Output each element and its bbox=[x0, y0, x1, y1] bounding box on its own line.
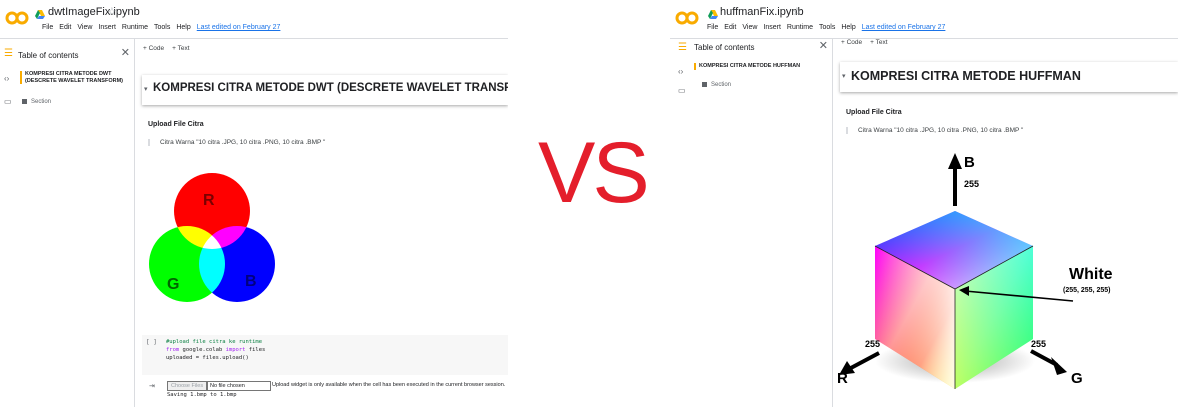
star-icon[interactable]: ☆ bbox=[792, 5, 802, 18]
menu-help[interactable]: Help bbox=[841, 24, 855, 31]
section-icon bbox=[22, 99, 27, 104]
menu-tools[interactable]: Tools bbox=[819, 24, 835, 31]
menu-insert[interactable]: Insert bbox=[98, 24, 116, 31]
r-axis-line bbox=[848, 351, 880, 371]
last-edited-link[interactable]: Last edited on February 27 bbox=[197, 24, 281, 31]
g-axis-value: 255 bbox=[1031, 339, 1046, 349]
menu-runtime[interactable]: Runtime bbox=[122, 24, 148, 31]
rgb-color-cube: B 255 R 255 G 255 White (255, 255, 255) bbox=[837, 153, 1113, 389]
upload-title: Upload File Citra bbox=[846, 109, 902, 116]
b-axis-value: 255 bbox=[964, 179, 979, 189]
heading-cell[interactable]: ▾ KOMPRESI CITRA METODE HUFFMAN bbox=[840, 62, 1178, 92]
section-heading: KOMPRESI CITRA METODE HUFFMAN bbox=[851, 69, 1081, 83]
r-axis-value: 255 bbox=[865, 339, 880, 349]
notebook-main: + Code + Text ▾ KOMPRESI CITRA METODE HUF… bbox=[835, 39, 1178, 407]
left-topbar: dwtImageFix.ipynb ☆ File Edit View Insert Ru… bbox=[0, 0, 508, 39]
code-files: files bbox=[245, 347, 266, 353]
toc-icon[interactable]: ☰ bbox=[678, 42, 687, 53]
r-axis-label: R bbox=[837, 370, 848, 387]
add-text-button[interactable]: + Text bbox=[172, 45, 189, 52]
toc-section-label: Section bbox=[31, 99, 52, 106]
vs-label: VS bbox=[538, 125, 650, 221]
menu-view[interactable]: View bbox=[742, 24, 757, 31]
rgb-venn-diagram: R G B bbox=[149, 173, 275, 302]
code-line-3: uploaded = files.upload() bbox=[166, 355, 249, 361]
saving-output: Saving 1.bmp to 1.bmp bbox=[167, 392, 237, 398]
code-cell[interactable]: [ ] #upload file citra ke runtime from g… bbox=[142, 335, 508, 375]
menu-file[interactable]: File bbox=[707, 24, 718, 31]
close-icon[interactable]: ✕ bbox=[121, 46, 130, 59]
file-chosen-field: No file chosen bbox=[207, 381, 271, 391]
code-module: google.colab bbox=[179, 347, 226, 353]
toc-icon[interactable]: ☰ bbox=[4, 48, 13, 59]
toc-entry-heading[interactable]: KOMPRESI CITRA METODE DWT (DESCRETE WAVE… bbox=[20, 71, 125, 84]
menu-help[interactable]: Help bbox=[176, 24, 190, 31]
add-cell-bar: + Code + Text bbox=[143, 45, 198, 52]
menu-insert[interactable]: Insert bbox=[763, 24, 781, 31]
notebook-main: + Code + Text ▾ KOMPRESI CITRA METODE DWT… bbox=[137, 39, 508, 407]
g-axis-label: G bbox=[1071, 370, 1083, 387]
add-code-button[interactable]: + Code bbox=[143, 45, 164, 52]
toc-section-label: Section bbox=[711, 82, 732, 89]
code-snippets-icon[interactable]: ‹› bbox=[4, 74, 9, 83]
left-colab-window: dwtImageFix.ipynb ☆ File Edit View Insert Ru… bbox=[0, 0, 508, 407]
code-import-kw: import bbox=[225, 347, 246, 353]
files-icon[interactable]: ▭ bbox=[678, 86, 686, 95]
menu-view[interactable]: View bbox=[77, 24, 92, 31]
section-heading: KOMPRESI CITRA METODE DWT (DESCRETE WAVE… bbox=[153, 82, 508, 94]
quote-text: Citra Warna "10 citra .JPG, 10 citra .PN… bbox=[148, 139, 325, 146]
toc-title: Table of contents bbox=[18, 51, 79, 60]
toc-sidebar: ☰ ‹› ▭ Table of contents ✕ KOMPRESI CITR… bbox=[0, 39, 135, 407]
drive-icon bbox=[708, 10, 718, 19]
g-axis-arrow bbox=[1051, 357, 1067, 375]
choose-files-button[interactable]: Choose Files bbox=[167, 381, 208, 391]
toc-sidebar: ☰ ‹› ▭ Table of contents ✕ KOMPRESI CITR… bbox=[670, 39, 833, 407]
collapse-caret-icon[interactable]: ▾ bbox=[842, 72, 846, 80]
venn-label-b: B bbox=[245, 273, 257, 290]
add-cell-bar: + Code + Text bbox=[841, 39, 896, 46]
menu-edit[interactable]: Edit bbox=[724, 24, 736, 31]
white-value: (255, 255, 255) bbox=[1063, 287, 1110, 294]
right-colab-window: huffmanFix.ipynb ☆ File Edit View Insert Run… bbox=[670, 0, 1178, 407]
heading-cell[interactable]: ▾ KOMPRESI CITRA METODE DWT (DESCRETE WA… bbox=[142, 75, 508, 105]
colab-logo-icon[interactable] bbox=[675, 10, 699, 26]
toc-entry-section[interactable]: Section bbox=[22, 99, 51, 105]
white-label: White bbox=[1069, 266, 1113, 283]
toc-title: Table of contents bbox=[694, 43, 755, 52]
last-edited-link[interactable]: Last edited on February 27 bbox=[862, 24, 946, 31]
b-axis-label: B bbox=[964, 154, 975, 171]
venn-label-r: R bbox=[203, 192, 215, 209]
menu-bar: File Edit View Insert Runtime Tools Help Last e… bbox=[707, 24, 951, 31]
quote-text: Citra Warna "10 citra .JPG, 10 citra .PN… bbox=[846, 127, 1023, 134]
menu-tools[interactable]: Tools bbox=[154, 24, 170, 31]
venn-label-g: G bbox=[167, 276, 179, 293]
upload-title: Upload File Citra bbox=[148, 121, 204, 128]
add-code-button[interactable]: + Code bbox=[841, 39, 862, 46]
output-icon[interactable]: ⇥ bbox=[149, 382, 155, 390]
menu-edit[interactable]: Edit bbox=[59, 24, 71, 31]
close-icon[interactable]: ✕ bbox=[819, 39, 828, 52]
code-editor[interactable]: #upload file citra ke runtime from googl… bbox=[166, 338, 265, 362]
drive-icon bbox=[35, 10, 45, 19]
cell-output: ⇥ Choose Files No file chosen Upload wid… bbox=[142, 380, 508, 404]
collapse-caret-icon[interactable]: ▾ bbox=[144, 85, 148, 93]
section-icon bbox=[702, 82, 707, 87]
notebook-title[interactable]: dwtImageFix.ipynb bbox=[48, 6, 140, 18]
code-snippets-icon[interactable]: ‹› bbox=[678, 67, 683, 76]
right-topbar: huffmanFix.ipynb ☆ File Edit View Insert Run… bbox=[670, 0, 1178, 39]
code-from-kw: from bbox=[166, 347, 180, 353]
code-comment: #upload file citra ke runtime bbox=[166, 339, 263, 345]
files-icon[interactable]: ▭ bbox=[4, 97, 12, 106]
toc-entry-heading[interactable]: KOMPRESI CITRA METODE HUFFMAN bbox=[694, 63, 834, 70]
add-text-button[interactable]: + Text bbox=[870, 39, 887, 46]
star-icon[interactable]: ☆ bbox=[107, 5, 117, 18]
run-cell-button[interactable]: [ ] bbox=[146, 339, 157, 346]
menu-file[interactable]: File bbox=[42, 24, 53, 31]
widget-note: Upload widget is only available when the… bbox=[272, 382, 506, 388]
menu-runtime[interactable]: Runtime bbox=[787, 24, 813, 31]
colab-logo-icon[interactable] bbox=[5, 10, 29, 26]
menu-bar: File Edit View Insert Runtime Tools Help Last e… bbox=[42, 24, 286, 31]
b-axis-arrow bbox=[948, 153, 962, 169]
toc-entry-section[interactable]: Section bbox=[702, 82, 731, 88]
